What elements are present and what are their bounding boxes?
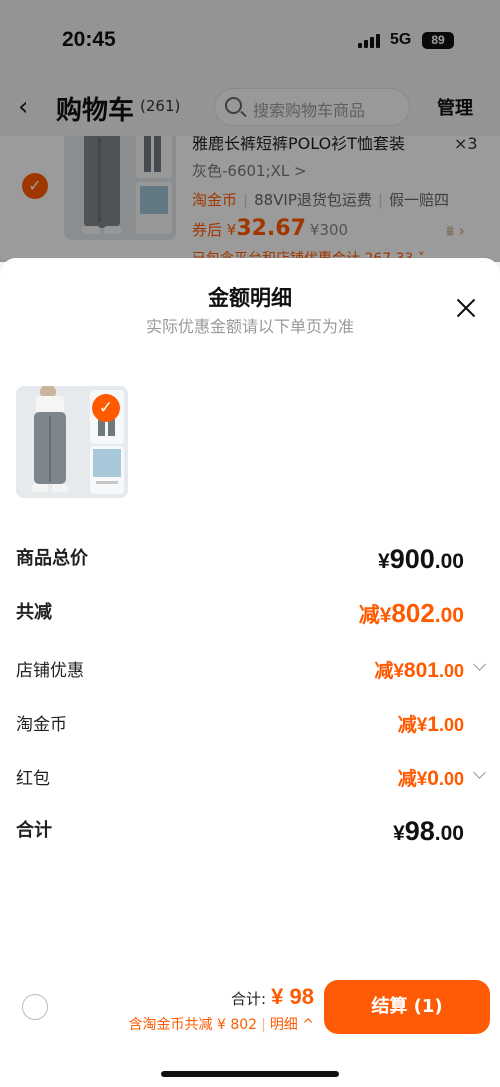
checkout-button[interactable]: 结算 (1) [324,980,490,1034]
row-value: 减¥802.00 [358,598,464,628]
detail-link[interactable]: 明细 ^ [270,1017,314,1033]
select-all-radio[interactable] [22,994,48,1020]
row-total-discount: 共减 减¥802.00 [16,598,484,630]
savings-line: 含淘金币共减 ¥ 802 | 明细 ^ [128,1017,314,1033]
sheet-subtitle: 实际优惠金额请以下单页为准 [145,317,354,336]
sheet-title: 金额明细 [208,286,292,310]
total-value: ¥ 98 [271,984,314,1009]
modal-overlay[interactable] [0,0,500,262]
row-value: ¥98.00 [393,816,464,846]
home-indicator [161,1071,339,1077]
selected-check-icon: ✓ [92,394,120,422]
chevron-down-icon[interactable] [473,658,486,671]
row-value: 减¥1.00 [397,713,464,736]
row-label: 红包 [16,769,50,789]
row-label: 共减 [16,602,52,623]
row-red-packet[interactable]: 红包 减¥0.00 [16,764,486,796]
total-summary: 合计: ¥ 98 [231,984,314,1010]
row-label: 商品总价 [16,548,88,569]
row-label: 淘金币 [16,715,67,735]
row-value: 减¥801.00 [374,659,464,682]
savings-text: 含淘金币共减 ¥ 802 [128,1017,258,1033]
row-taojinbi: 淘金币 减¥1.00 [16,710,484,742]
product-image: ✓ [16,386,128,498]
row-value: 减¥0.00 [397,767,464,790]
total-label: 合计: [231,990,267,1008]
chevron-down-icon[interactable] [473,766,486,779]
row-value: ¥900.00 [378,544,464,574]
row-goods-total: 商品总价 ¥900.00 [16,544,484,576]
amount-detail-sheet: 金额明细 实际优惠金额请以下单页为准 ✓ 商品总价 ¥900.00 共减 减¥8… [0,258,500,1087]
row-label: 店铺优惠 [16,661,84,681]
checkout-bar: 合计: ¥ 98 含淘金币共减 ¥ 802 | 明细 ^ 结算 (1) [0,970,500,1087]
row-label: 合计 [16,820,52,841]
row-shop-discount[interactable]: 店铺优惠 减¥801.00 [16,656,486,688]
row-grand-total: 合计 ¥98.00 [16,816,484,848]
close-icon[interactable] [450,294,482,326]
